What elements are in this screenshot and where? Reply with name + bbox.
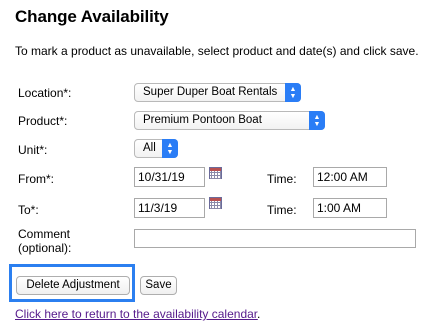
unit-select[interactable]: All ▲ ▼ [134,139,178,158]
calendar-icon[interactable] [209,197,222,209]
unit-select-value: All [143,142,156,154]
from-date-input[interactable] [134,167,205,187]
from-time-label: Time: [267,172,297,186]
comment-input[interactable] [134,229,416,248]
link-trailing-period: . [257,307,261,321]
select-arrows-icon: ▲ ▼ [309,111,325,130]
instructions-text: To mark a product as unavailable, select… [15,44,419,58]
select-arrows-icon: ▲ ▼ [162,139,178,158]
from-time-input[interactable] [313,167,387,187]
to-time-input[interactable] [313,198,387,218]
save-button[interactable]: Save [140,276,177,295]
product-select[interactable]: Premium Pontoon Boat ▲ ▼ [134,111,325,130]
comment-label-line1: Comment [18,227,71,241]
to-label: To*: [18,203,39,217]
unit-label: Unit*: [18,143,48,157]
to-time-label: Time: [267,203,297,217]
comment-label-line2: (optional): [18,241,72,255]
delete-adjustment-button[interactable]: Delete Adjustment [16,276,130,295]
to-date-input[interactable] [134,198,205,218]
product-select-value: Premium Pontoon Boat [143,114,262,126]
change-availability-page: Change Availability To mark a product as… [0,0,426,329]
comment-label: Comment (optional): [18,227,71,255]
from-label: From*: [18,172,54,186]
return-to-calendar-link[interactable]: Click here to return to the availability… [15,307,258,321]
calendar-icon[interactable] [209,167,222,179]
select-arrows-icon: ▲ ▼ [285,83,301,102]
location-label: Location*: [18,86,72,100]
page-title: Change Availability [15,7,169,26]
location-select-value: Super Duper Boat Rentals [143,86,278,98]
product-label: Product*: [18,114,68,128]
location-select[interactable]: Super Duper Boat Rentals ▲ ▼ [134,83,301,102]
